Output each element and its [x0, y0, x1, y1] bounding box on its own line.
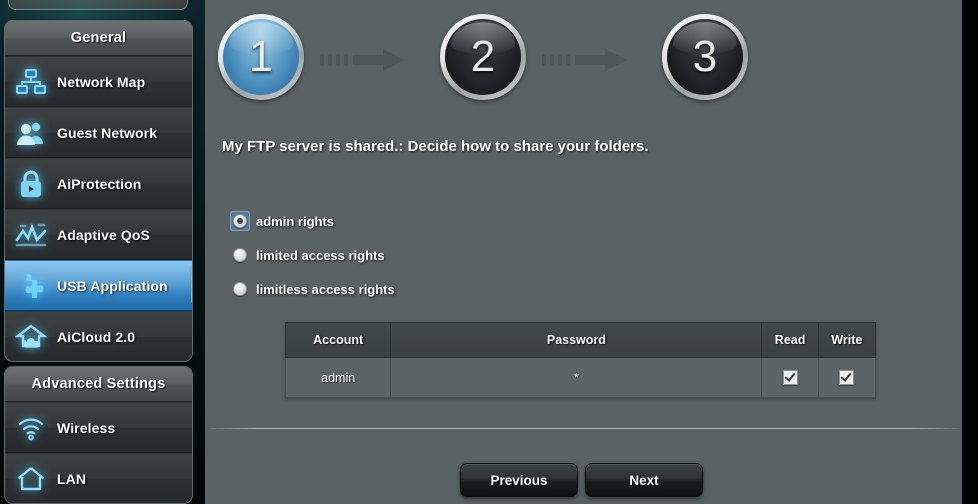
radio-label: limited access rights — [256, 247, 385, 263]
step-disc: 1 — [223, 19, 299, 95]
sidebar-item-label: Guest Network — [57, 124, 158, 141]
router-admin-page: General Network Map Guest Network AiProt… — [0, 0, 978, 504]
sidebar-item-label: AiProtection — [57, 175, 142, 192]
qos-chart-icon — [5, 210, 57, 259]
sidebar-item-label: USB Application — [57, 277, 168, 294]
sidebar-item-label: Wireless — [57, 419, 116, 436]
cell-account: admin — [284, 357, 392, 398]
account-permissions-table: Account Password Read Write admin * — [284, 322, 877, 398]
step-number: 1 — [248, 32, 274, 81]
main-content: 1 2 3 My FTP server is shared.: Decide h… — [205, 0, 962, 504]
sidebar-item-label: Network Map — [57, 73, 146, 90]
guest-network-icon — [5, 108, 57, 157]
cell-write[interactable] — [817, 357, 877, 398]
sidebar-item-network-map[interactable]: Network Map — [5, 56, 192, 107]
step-number: 2 — [470, 32, 496, 81]
cell-read[interactable] — [761, 357, 819, 398]
column-header-password: Password — [390, 322, 763, 358]
radio-button-icon[interactable] — [233, 214, 247, 228]
sidebar-top-partial-box — [8, 0, 188, 10]
right-edge-filler — [962, 0, 978, 504]
next-button[interactable]: Next — [585, 463, 703, 497]
column-header-read: Read — [761, 322, 819, 358]
puzzle-piece-icon — [5, 261, 57, 310]
active-item-arrow-icon — [191, 267, 192, 303]
sidebar-item-label: AiCloud 2.0 — [57, 328, 136, 345]
sidebar-group-general: General Network Map Guest Network AiProt… — [4, 20, 193, 362]
wizard-subtitle: My FTP server is shared.: Decide how to … — [222, 138, 649, 155]
radio-button-icon[interactable] — [233, 248, 247, 262]
step-arrow-1-icon — [320, 48, 420, 72]
sidebar-group-title-general: General — [5, 21, 192, 56]
network-map-icon — [5, 57, 57, 106]
radio-focus-ring — [230, 211, 250, 231]
sidebar-item-usb-application[interactable]: USB Application — [5, 260, 192, 311]
wizard-button-bar: Previous Next — [205, 463, 962, 497]
step-disc: 3 — [667, 19, 743, 95]
radio-option-limited-access[interactable]: limited access rights — [230, 238, 395, 272]
sidebar-item-aicloud[interactable]: AiCloud 2.0 — [5, 311, 192, 361]
wizard-step-1[interactable]: 1 — [218, 14, 304, 100]
wifi-icon — [5, 403, 57, 452]
share-rights-radio-group: admin rights limited access rights limit… — [230, 204, 395, 306]
sidebar-group-advanced: Advanced Settings Wireless LAN — [4, 366, 193, 504]
sidebar-item-lan[interactable]: LAN — [5, 453, 192, 503]
sidebar-item-label: Adaptive QoS — [57, 226, 150, 243]
read-checkbox[interactable] — [782, 370, 798, 386]
table-body: admin * — [284, 357, 877, 398]
step-arrow-2-icon — [542, 48, 642, 72]
cloud-home-icon — [5, 312, 57, 361]
sidebar: General Network Map Guest Network AiProt… — [0, 0, 205, 504]
step-number: 3 — [692, 32, 718, 81]
sidebar-item-wireless[interactable]: Wireless — [5, 402, 192, 453]
sidebar-item-label: LAN — [57, 470, 87, 487]
table-head: Account Password Read Write — [284, 322, 877, 358]
radio-slot — [230, 245, 250, 265]
house-icon — [5, 454, 57, 503]
lock-shield-icon — [5, 159, 57, 208]
radio-button-icon[interactable] — [233, 282, 247, 296]
radio-option-limitless-access[interactable]: limitless access rights — [230, 272, 395, 306]
previous-button[interactable]: Previous — [460, 463, 578, 497]
step-disc: 2 — [445, 19, 521, 95]
sidebar-item-adaptive-qos[interactable]: Adaptive QoS — [5, 209, 192, 260]
section-divider — [210, 428, 960, 429]
table-row: admin * — [284, 357, 877, 398]
sidebar-item-aiprotection[interactable]: AiProtection — [5, 158, 192, 209]
table-header-row: Account Password Read Write — [284, 322, 877, 358]
column-header-account: Account — [284, 322, 392, 358]
wizard-step-2[interactable]: 2 — [440, 14, 526, 100]
radio-option-admin-rights[interactable]: admin rights — [230, 204, 395, 238]
wizard-step-3[interactable]: 3 — [662, 14, 748, 100]
radio-label: limitless access rights — [256, 281, 395, 297]
wizard-step-indicator: 1 2 3 — [205, 14, 962, 119]
column-header-write: Write — [817, 322, 877, 358]
cell-password[interactable]: * — [390, 357, 763, 398]
write-checkbox[interactable] — [839, 370, 855, 386]
radio-label: admin rights — [256, 213, 335, 229]
radio-slot — [230, 279, 250, 299]
sidebar-group-title-advanced: Advanced Settings — [5, 367, 192, 402]
sidebar-item-guest-network[interactable]: Guest Network — [5, 107, 192, 158]
